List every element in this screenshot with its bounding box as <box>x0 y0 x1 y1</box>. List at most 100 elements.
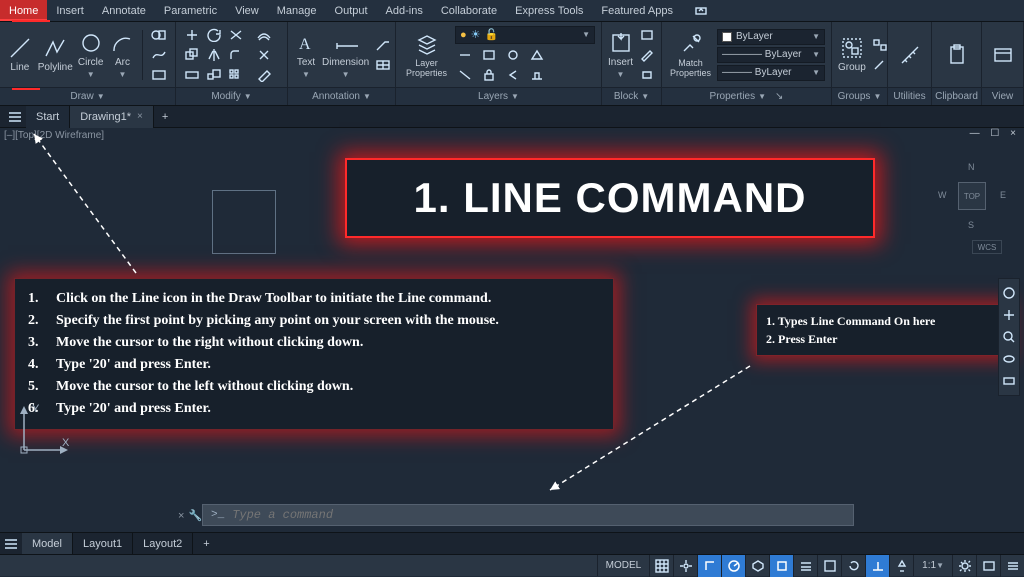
nav-wheel-icon[interactable] <box>1001 285 1017 301</box>
ungroup-icon[interactable] <box>870 36 890 54</box>
viewport-window-controls[interactable]: — ☐ × <box>970 128 1020 139</box>
layer-freeze-icon[interactable] <box>503 46 523 64</box>
layer-prev-icon[interactable] <box>503 66 523 84</box>
new-tab-button[interactable]: + <box>154 106 176 128</box>
layer-lock-icon[interactable] <box>479 66 499 84</box>
panel-view[interactable]: View <box>982 22 1024 105</box>
layer-match-icon[interactable] <box>527 46 547 64</box>
status-grid-icon[interactable] <box>649 555 673 577</box>
viewport-controls[interactable]: [–][Top][2D Wireframe] <box>4 130 104 141</box>
ribbon-collapse-icon[interactable] <box>686 0 716 21</box>
menu-annotate[interactable]: Annotate <box>93 0 155 21</box>
status-annoscale-icon[interactable] <box>889 555 913 577</box>
linetype-selector[interactable]: ——— ByLayer▼ <box>717 65 825 81</box>
chevron-down-icon[interactable]: ▼ <box>511 92 519 101</box>
layer-properties-button[interactable]: Layer Properties <box>402 27 451 83</box>
chevron-down-icon[interactable]: ▼ <box>363 92 371 101</box>
color-selector[interactable]: ByLayer▼ <box>717 29 825 45</box>
menu-output[interactable]: Output <box>326 0 377 21</box>
status-workspace-icon[interactable] <box>976 555 1000 577</box>
status-isodraft-icon[interactable] <box>745 555 769 577</box>
hamburger-icon[interactable] <box>0 538 22 550</box>
close-icon[interactable]: × <box>178 510 184 522</box>
menu-manage[interactable]: Manage <box>268 0 326 21</box>
panel-clipboard[interactable]: Clipboard <box>932 22 982 105</box>
leader-icon[interactable] <box>373 36 393 54</box>
chevron-down-icon[interactable]: ▼ <box>641 92 649 101</box>
line-button[interactable]: Line <box>6 27 34 83</box>
nav-zoom-icon[interactable] <box>1001 329 1017 345</box>
copy-icon[interactable] <box>182 46 202 64</box>
panel-utilities[interactable]: Utilities <box>888 22 932 105</box>
layer-state-icon[interactable] <box>455 46 475 64</box>
hamburger-icon[interactable] <box>4 111 26 123</box>
trim-icon[interactable] <box>226 26 246 44</box>
menu-addins[interactable]: Add-ins <box>377 0 432 21</box>
chevron-down-icon[interactable]: ▼ <box>873 92 881 101</box>
status-customize-icon[interactable] <box>1000 555 1024 577</box>
layout-tab-model[interactable]: Model <box>22 533 73 555</box>
array-icon[interactable] <box>226 66 246 84</box>
menu-insert[interactable]: Insert <box>47 0 93 21</box>
draw-spline-icon[interactable] <box>149 46 169 64</box>
status-lineweight-icon[interactable] <box>793 555 817 577</box>
erase-icon[interactable] <box>254 66 274 84</box>
block-create-icon[interactable] <box>637 26 657 44</box>
status-snap-icon[interactable] <box>673 555 697 577</box>
close-icon[interactable]: × <box>137 111 143 122</box>
stretch-icon[interactable] <box>182 66 202 84</box>
scale-icon[interactable] <box>204 66 224 84</box>
menu-home[interactable]: Home <box>0 0 47 21</box>
nav-showmotion-icon[interactable] <box>1001 373 1017 389</box>
match-properties-button[interactable]: Match Properties <box>668 27 713 83</box>
rotate-icon[interactable] <box>204 26 224 44</box>
lineweight-selector[interactable]: ———— ByLayer▼ <box>717 47 825 63</box>
group-button[interactable]: Group <box>838 27 866 83</box>
command-line[interactable]: >_ <box>202 504 854 526</box>
command-input[interactable] <box>232 508 853 522</box>
status-scale-dropdown[interactable]: 1:1 ▼ <box>913 555 952 576</box>
status-dynamic-input-icon[interactable] <box>865 555 889 577</box>
draw-rectangle-icon[interactable] <box>149 66 169 84</box>
menu-collaborate[interactable]: Collaborate <box>432 0 506 21</box>
arc-button[interactable]: Arc ▼ <box>109 27 137 83</box>
wrench-icon[interactable]: 🔧 <box>188 509 202 522</box>
offset-icon[interactable] <box>254 26 274 44</box>
layer-off-icon[interactable] <box>455 66 475 84</box>
status-transparency-icon[interactable] <box>817 555 841 577</box>
text-button[interactable]: A Text ▼ <box>294 27 318 83</box>
block-attr-icon[interactable] <box>637 66 657 84</box>
layer-walk-icon[interactable] <box>527 66 547 84</box>
status-ortho-icon[interactable] <box>697 555 721 577</box>
layout-tab-layout2[interactable]: Layout2 <box>133 533 193 555</box>
polyline-button[interactable]: Polyline <box>38 27 73 83</box>
nav-orbit-icon[interactable] <box>1001 351 1017 367</box>
viewcube[interactable]: N S E W TOP <box>938 162 1006 230</box>
nav-pan-icon[interactable] <box>1001 307 1017 323</box>
tab-start[interactable]: Start <box>26 106 70 128</box>
add-layout-button[interactable]: + <box>193 533 219 555</box>
status-model-label[interactable]: MODEL <box>597 555 650 576</box>
menu-view[interactable]: View <box>226 0 268 21</box>
move-icon[interactable] <box>182 26 202 44</box>
status-polar-icon[interactable] <box>721 555 745 577</box>
chevron-down-icon[interactable]: ▼ <box>758 92 766 101</box>
table-icon[interactable] <box>373 56 393 74</box>
viewcube-face[interactable]: TOP <box>958 182 986 210</box>
menu-parametric[interactable]: Parametric <box>155 0 226 21</box>
fillet-icon[interactable] <box>226 46 246 64</box>
status-gear-icon[interactable] <box>952 555 976 577</box>
explode-icon[interactable] <box>254 46 274 64</box>
drawing-viewport[interactable]: [–][Top][2D Wireframe] — ☐ × 1. LINE COM… <box>0 128 1024 532</box>
wcs-label[interactable]: WCS <box>972 240 1002 254</box>
tab-drawing1[interactable]: Drawing1*× <box>70 106 154 128</box>
draw-hatch-icon[interactable] <box>149 26 169 44</box>
layer-selector[interactable]: ● ☀ 🔓 ▼ <box>455 26 595 44</box>
menu-expresstools[interactable]: Express Tools <box>506 0 592 21</box>
menu-featuredapps[interactable]: Featured Apps <box>592 0 682 21</box>
chevron-down-icon[interactable]: ▼ <box>97 92 105 101</box>
status-cycling-icon[interactable] <box>841 555 865 577</box>
block-edit-icon[interactable] <box>637 46 657 64</box>
mirror-icon[interactable] <box>204 46 224 64</box>
chevron-down-icon[interactable]: ▼ <box>244 92 252 101</box>
